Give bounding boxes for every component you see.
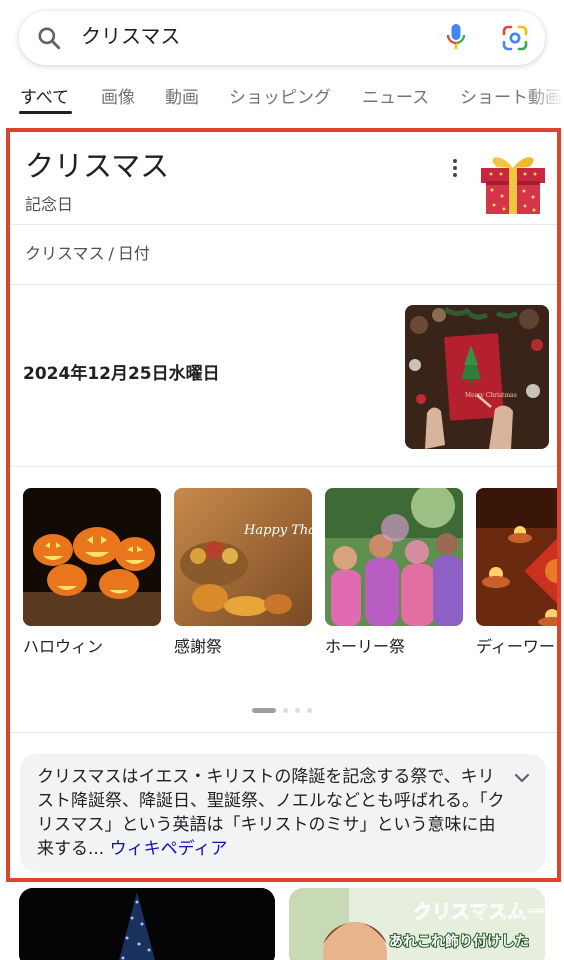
knowledge-panel: クリスマス 記念日 クリスマス / 日付 2024年12月25日水曜日 Merr…: [6, 128, 561, 882]
more-vert-icon[interactable]: [447, 156, 463, 180]
tab-videos[interactable]: 動画: [165, 86, 199, 110]
panel-subtitle: 記念日: [25, 195, 74, 214]
tab-news[interactable]: ニュース: [362, 86, 429, 110]
thanksgiving-text: Happy Thanksgiving: [243, 523, 312, 538]
diwali-image: [476, 488, 557, 626]
mic-icon[interactable]: [444, 22, 468, 52]
halloween-image: [23, 488, 161, 626]
expand-icon[interactable]: [512, 768, 532, 788]
divider: [10, 732, 557, 733]
breadcrumb-item: 日付: [117, 244, 150, 263]
related-card-halloween[interactable]: ハロウィン: [23, 488, 161, 658]
page-dot: [295, 708, 300, 713]
search-icon[interactable]: [36, 25, 62, 51]
related-label: ハロウィン: [23, 637, 104, 656]
search-input[interactable]: クリスマス: [81, 22, 180, 50]
search-tabs: すべて 画像 動画 ショッピング ニュース ショート動画: [0, 84, 564, 116]
breadcrumb-item[interactable]: クリスマス: [25, 244, 105, 263]
tabs-fade: [528, 84, 564, 116]
video-thumbnail[interactable]: [19, 888, 275, 960]
breadcrumb-separator: /: [108, 244, 114, 263]
related-card-holi[interactable]: ホーリー祭: [325, 488, 463, 658]
related-label: ディーワーリー: [476, 637, 557, 656]
divider: [10, 224, 557, 225]
page-dot: [283, 708, 288, 713]
description-ellipsis: ...: [88, 839, 105, 859]
video-thumbnail[interactable]: クリスマスムード あれこれ飾り付けした: [289, 888, 545, 960]
description-body: クリスマスはイエス・キリストの降誕を記念する祭で、キリスト降誕祭、降誕日、聖誕祭…: [37, 767, 505, 859]
gift-box-image[interactable]: [477, 144, 549, 216]
christmas-card-photo[interactable]: Merry Christmas: [405, 305, 549, 449]
tab-all[interactable]: すべて: [20, 86, 69, 110]
tab-images[interactable]: 画像: [101, 86, 135, 110]
thanksgiving-image: Happy Thanksgiving: [174, 488, 312, 626]
description-box[interactable]: クリスマスはイエス・キリストの降誕を記念する祭で、キリスト降誕祭、降誕日、聖誕祭…: [20, 754, 546, 872]
date-answer: 2024年12月25日水曜日: [23, 364, 220, 384]
panel-title: クリスマス: [25, 149, 170, 183]
christmas-mood-video-image: クリスマスムード あれこれ飾り付けした: [289, 888, 545, 960]
card-text: Merry Christmas: [465, 392, 517, 399]
video-caption-top: クリスマスムード: [413, 901, 545, 923]
breadcrumb: クリスマス / 日付: [25, 243, 150, 265]
description-text: クリスマスはイエス・キリストの降誕を記念する祭で、キリスト降誕祭、降誕日、聖誕祭…: [37, 765, 507, 861]
christmas-tree-lights-image: [19, 888, 275, 960]
carousel-pagination: [252, 706, 322, 716]
divider: [10, 284, 557, 285]
video-caption-bottom: あれこれ飾り付けした: [389, 933, 529, 950]
related-card-thanksgiving[interactable]: Happy Thanksgiving 感謝祭: [174, 488, 312, 658]
page-dot: [307, 708, 312, 713]
wikipedia-link[interactable]: ウィキペディア: [110, 839, 228, 859]
related-holidays-carousel[interactable]: ハロウィン Happy Thanksgiving 感謝祭: [10, 488, 557, 668]
active-tab-indicator: [19, 111, 72, 114]
lens-icon[interactable]: [501, 24, 529, 52]
tab-shopping[interactable]: ショッピング: [229, 86, 331, 110]
related-card-diwali[interactable]: ディーワーリー: [476, 488, 557, 658]
holi-image: [325, 488, 463, 626]
divider: [10, 466, 557, 467]
page-dot-active: [252, 708, 276, 713]
related-label: 感謝祭: [174, 637, 223, 656]
related-label: ホーリー祭: [325, 637, 406, 656]
